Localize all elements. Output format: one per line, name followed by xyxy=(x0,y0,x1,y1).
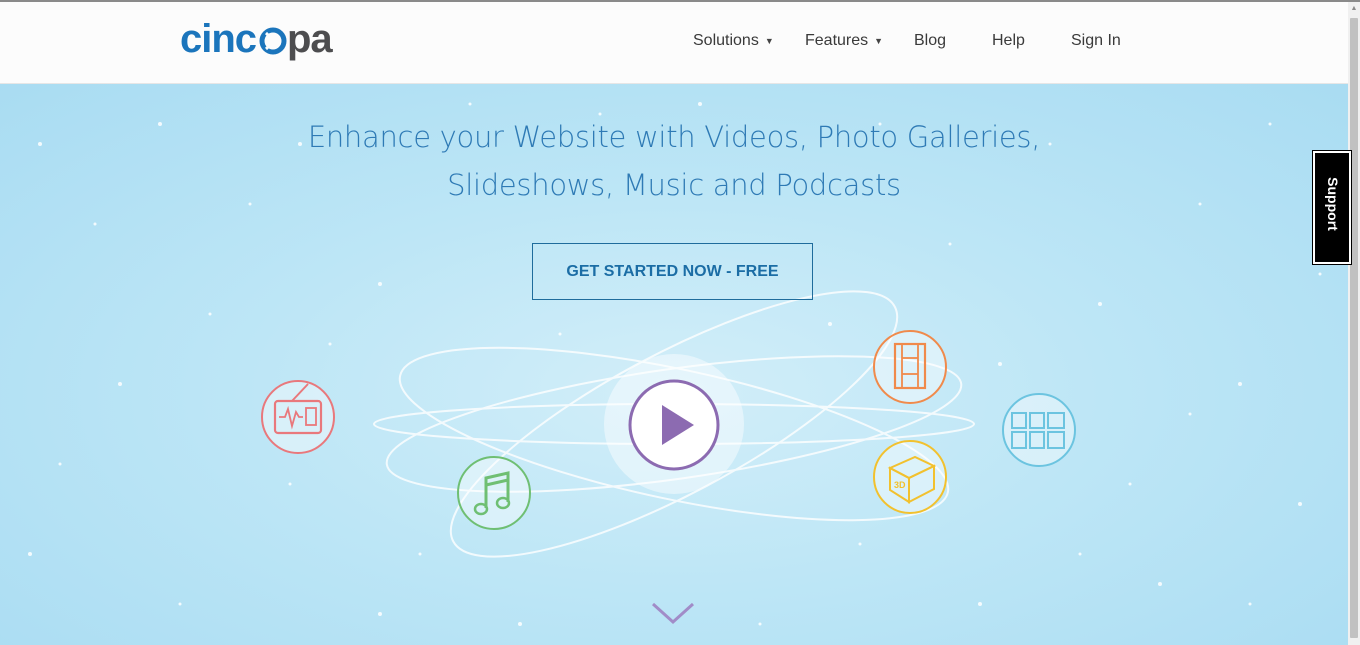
site-header: cinc pa Solutions ▼ Features ▼ Blog Help S… xyxy=(0,2,1348,84)
music-note-icon[interactable] xyxy=(457,456,531,530)
hero-section: 3D Enhance your Website with Videos, Pho… xyxy=(0,84,1348,645)
nav-solutions-label: Solutions xyxy=(693,32,759,49)
nav-help[interactable]: Help xyxy=(992,32,1025,50)
support-label: Support xyxy=(1325,177,1341,231)
film-strip-icon[interactable] xyxy=(873,330,947,404)
support-tab[interactable]: Support xyxy=(1313,151,1351,264)
hero-headline-line2: Slideshows, Music and Podcasts xyxy=(447,168,901,202)
nav-features[interactable]: Features ▼ xyxy=(805,32,883,50)
scroll-down-chevron-icon[interactable] xyxy=(651,602,695,625)
dropdown-caret-icon: ▼ xyxy=(764,36,774,46)
gallery-grid-icon[interactable] xyxy=(1002,393,1076,467)
nav-blog[interactable]: Blog xyxy=(914,32,946,50)
scrollbar-thumb[interactable] xyxy=(1350,18,1358,638)
nav-sign-in[interactable]: Sign In xyxy=(1071,32,1121,50)
play-icon[interactable] xyxy=(628,379,720,471)
dropdown-caret-icon: ▼ xyxy=(874,36,884,46)
nav-solutions[interactable]: Solutions ▼ xyxy=(693,32,774,50)
hero-headline-line1: Enhance your Website with Videos, Photo … xyxy=(307,120,1041,154)
scroll-up-arrow-icon[interactable]: ▲ xyxy=(1350,4,1358,14)
get-started-button[interactable]: GET STARTED NOW - FREE xyxy=(532,243,813,300)
3d-cube-icon[interactable]: 3D xyxy=(873,440,947,514)
nav-features-label: Features xyxy=(805,32,869,49)
cube-label-3d: 3D xyxy=(894,480,906,490)
main-nav: Solutions ▼ Features ▼ Blog Help Sign In xyxy=(0,32,1348,52)
radio-icon[interactable] xyxy=(261,380,335,454)
